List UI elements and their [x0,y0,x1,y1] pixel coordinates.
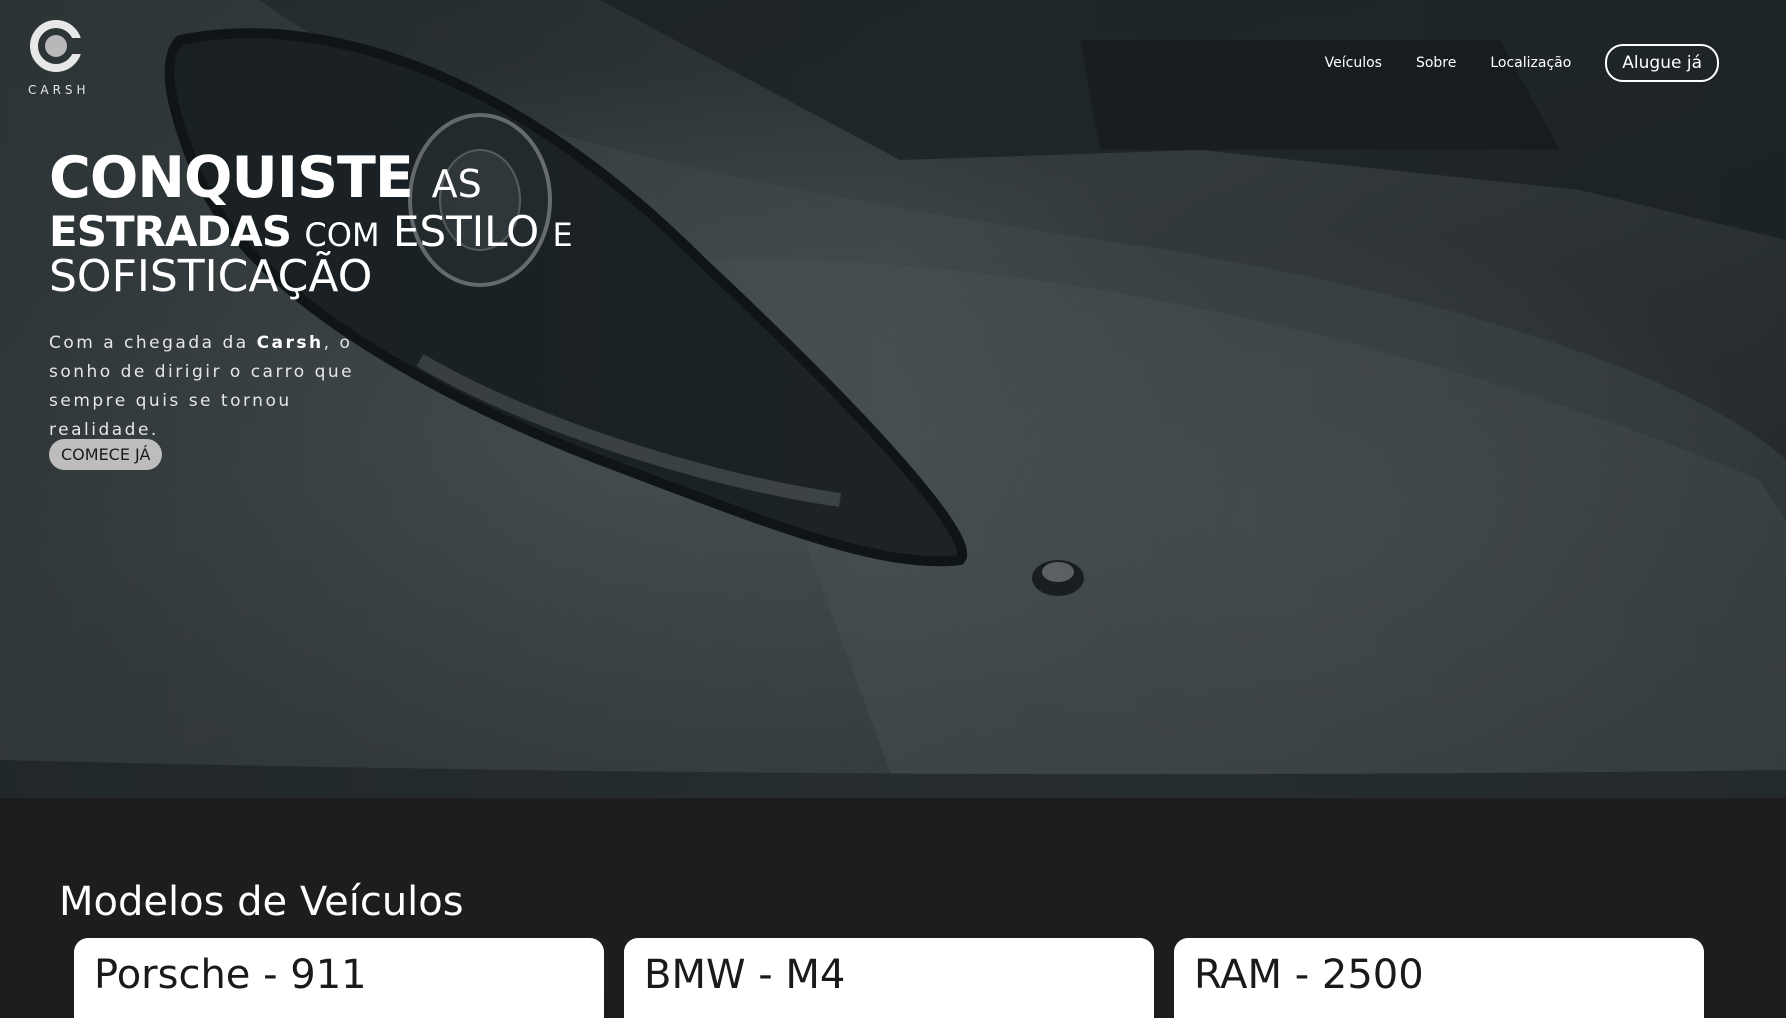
main-nav: Veículos Sobre Localização Alugue já [1325,44,1753,82]
model-card-title: BMW - M4 [644,952,846,998]
model-card-title: Porsche - 911 [94,952,367,998]
headline-word: SOFISTICAÇÃO [49,251,373,302]
hero-section: CARSH Veículos Sobre Localização Alugue … [0,0,1786,798]
model-card-ram[interactable]: RAM - 2500 [1174,938,1704,1018]
headline-word: AS [431,162,482,206]
hero-headline: CONQUISTE AS ESTRADAS COM ESTILO E SOFIS… [49,150,573,299]
hero-intro-text: Com a chegada da Carsh, o sonho de dirig… [49,329,379,445]
nav-link-localizacao[interactable]: Localização [1490,55,1571,71]
carsh-logo-icon [30,20,82,72]
headline-word: COM [304,216,380,254]
carsh-logo[interactable]: CARSH [26,18,88,100]
brand-name: CARSH [28,83,90,97]
models-section: Modelos de Veículos Porsche - 911 BMW - … [0,798,1786,1018]
model-card-bmw[interactable]: BMW - M4 [624,938,1154,1018]
get-started-button[interactable]: COMECE JÁ [49,439,163,470]
models-title: Modelos de Veículos [59,879,464,926]
intro-text-start: Com a chegada da [49,333,257,353]
model-card-title: RAM - 2500 [1194,952,1424,998]
intro-brand-name: Carsh [256,333,324,353]
rent-now-button[interactable]: Alugue já [1605,44,1719,82]
headline-word: ESTILO [392,207,540,256]
headline-word: ESTRADAS [49,207,292,256]
headline-word: E [552,216,573,254]
model-card-porsche[interactable]: Porsche - 911 [74,938,604,1018]
nav-link-veiculos[interactable]: Veículos [1325,55,1382,71]
nav-link-sobre[interactable]: Sobre [1416,55,1456,71]
headline-word: CONQUISTE [49,145,414,211]
